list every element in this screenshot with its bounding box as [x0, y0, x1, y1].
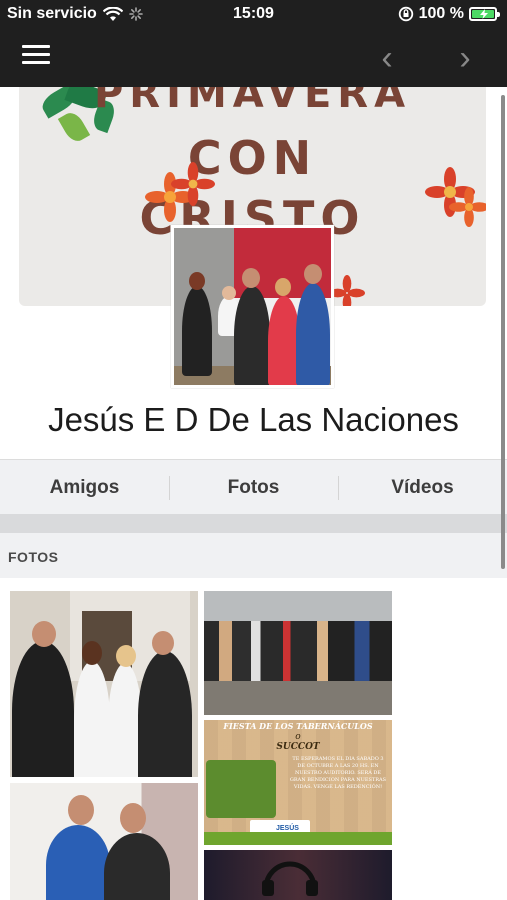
person	[46, 825, 110, 900]
tab-fotos[interactable]: Fotos	[169, 460, 338, 514]
forward-arrow-icon[interactable]: ›	[450, 41, 480, 75]
avatar-photo	[174, 228, 331, 385]
photos-section-title: FOTOS	[8, 549, 59, 565]
booth-illustration	[206, 760, 276, 818]
poster-title: FIESTA DE LOS TABERNÁCULOS	[223, 721, 373, 731]
head	[82, 641, 102, 665]
floor	[204, 681, 392, 715]
poster-body: TE ESPERAMOS EL DIA SABADO 3 DE OCTUBRE …	[289, 756, 387, 790]
hamburger-menu-icon[interactable]	[22, 45, 50, 69]
scrollbar[interactable]	[501, 95, 505, 569]
headphones-icon	[262, 861, 318, 896]
photo-grid: FIESTA DE LOS TABERNÁCULOS o SUCCOT TE E…	[0, 578, 507, 900]
battery-charging-icon	[469, 7, 500, 21]
tab-amigos[interactable]: Amigos	[0, 460, 169, 514]
cover-text-line1: PRIMAVERA	[93, 87, 412, 117]
head	[116, 645, 136, 667]
poster-conj: o	[295, 732, 301, 742]
bolt-icon	[480, 9, 488, 19]
person	[296, 283, 330, 385]
profile-tabs: Amigos Fotos Vídeos	[0, 459, 507, 514]
head	[189, 272, 205, 290]
tab-videos[interactable]: Vídeos	[338, 460, 507, 514]
photos-section-header: FOTOS	[0, 533, 507, 578]
profile-name: Jesús E D De Las Naciones	[48, 401, 459, 438]
person	[234, 286, 270, 385]
grass	[204, 832, 392, 845]
person	[74, 661, 110, 777]
event-poster-thumbnail[interactable]: FIESTA DE LOS TABERNÁCULOS o SUCCOT TE E…	[204, 720, 392, 845]
head	[152, 631, 174, 655]
back-arrow-icon[interactable]: ‹	[372, 41, 402, 75]
head	[222, 286, 236, 300]
person	[108, 663, 142, 777]
head	[68, 795, 94, 825]
photo-thumbnail[interactable]	[10, 591, 198, 777]
photo-thumbnail[interactable]	[204, 850, 392, 900]
flower-decoration	[171, 162, 215, 206]
head	[242, 268, 260, 288]
person	[12, 641, 74, 777]
flower-decoration	[449, 187, 486, 227]
head	[32, 621, 56, 647]
navigation-bar: ‹ ›	[0, 29, 507, 87]
cover-text-line2: CON	[187, 131, 318, 185]
crowd	[204, 621, 392, 681]
person	[138, 651, 192, 777]
poster-subtitle: SUCCOT	[276, 742, 320, 752]
battery-percent: 100 %	[418, 5, 464, 22]
church-logo-text: JESÚS	[276, 825, 299, 832]
head	[275, 278, 291, 296]
orientation-lock-icon	[398, 6, 413, 22]
head	[120, 803, 146, 833]
status-bar: Sin servicio 15:09 100 %	[0, 0, 507, 29]
photo-thumbnail[interactable]	[10, 783, 198, 900]
section-separator	[0, 514, 507, 533]
profile-avatar[interactable]	[171, 225, 334, 388]
flower-decoration	[329, 275, 365, 306]
photo-thumbnail[interactable]	[204, 591, 392, 715]
head	[304, 264, 322, 284]
person	[182, 286, 212, 376]
status-right: 100 %	[398, 5, 500, 23]
